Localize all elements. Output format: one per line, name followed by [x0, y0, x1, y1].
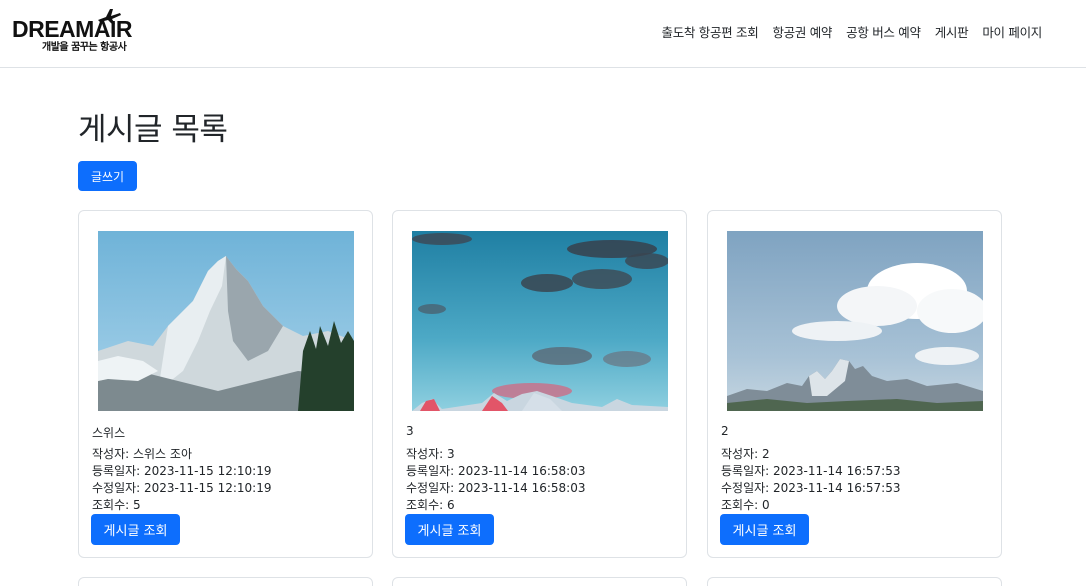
- write-post-button[interactable]: 글쓰기: [78, 161, 137, 191]
- nav-bus-booking[interactable]: 공항 버스 예약: [846, 22, 921, 41]
- post-card: 3 작성자: 3 등록일자: 2023-11-14 16:58:03 수정일자:…: [392, 210, 687, 558]
- nav-flight-status[interactable]: 출도착 항공편 조회: [662, 22, 759, 41]
- sky-clouds-image: [412, 231, 668, 411]
- post-thumbnail: [727, 231, 983, 411]
- post-card: [78, 577, 373, 586]
- view-post-button[interactable]: 게시글 조회: [720, 514, 809, 545]
- mountain-clouds-image: [727, 231, 983, 411]
- post-meta: 작성자: 스위스 조아 등록일자: 2023-11-15 12:10:19 수정…: [92, 446, 271, 514]
- post-thumbnail: [412, 231, 668, 411]
- brand-logo[interactable]: DREAMAIR 개발을 꿈꾸는 항공사: [12, 8, 132, 58]
- post-view-count: 조회수: 0: [721, 498, 770, 512]
- post-card: 스위스 작성자: 스위스 조아 등록일자: 2023-11-15 12:10:1…: [78, 210, 373, 558]
- post-title: 2: [721, 424, 729, 438]
- post-thumbnail: [98, 231, 354, 411]
- post-view-count: 조회수: 5: [92, 498, 141, 512]
- post-author: 작성자: 2: [721, 447, 770, 461]
- view-post-button[interactable]: 게시글 조회: [91, 514, 180, 545]
- post-modified-date: 수정일자: 2023-11-14 16:58:03: [406, 481, 586, 495]
- post-title: 3: [406, 424, 414, 438]
- post-created-date: 등록일자: 2023-11-15 12:10:19: [92, 464, 272, 478]
- nav-my-page[interactable]: 마이 페이지: [982, 22, 1042, 41]
- post-card: [392, 577, 687, 586]
- view-post-button[interactable]: 게시글 조회: [405, 514, 494, 545]
- post-created-date: 등록일자: 2023-11-14 16:58:03: [406, 464, 586, 478]
- mountain-peak-image: [98, 231, 354, 411]
- post-view-count: 조회수: 6: [406, 498, 455, 512]
- post-title: 스위스: [92, 426, 126, 440]
- post-modified-date: 수정일자: 2023-11-14 16:57:53: [721, 481, 901, 495]
- main-nav: 출도착 항공편 조회 항공권 예약 공항 버스 예약 게시판 마이 페이지: [662, 22, 1043, 41]
- post-modified-date: 수정일자: 2023-11-15 12:10:19: [92, 481, 272, 495]
- post-card: [707, 577, 1002, 586]
- navbar: DREAMAIR 개발을 꿈꾸는 항공사 출도착 항공편 조회 항공권 예약 공…: [0, 0, 1086, 68]
- post-meta: 작성자: 3 등록일자: 2023-11-14 16:58:03 수정일자: 2…: [406, 446, 585, 514]
- post-meta: 작성자: 2 등록일자: 2023-11-14 16:57:53 수정일자: 2…: [721, 446, 900, 514]
- nav-ticket-booking[interactable]: 항공권 예약: [772, 22, 832, 41]
- page-title: 게시글 목록: [78, 112, 228, 148]
- post-card: 2 작성자: 2 등록일자: 2023-11-14 16:57:53 수정일자:…: [707, 210, 1002, 558]
- brand-tagline: 개발을 꿈꾸는 항공사: [42, 42, 127, 53]
- post-created-date: 등록일자: 2023-11-14 16:57:53: [721, 464, 901, 478]
- post-author: 작성자: 3: [406, 447, 455, 461]
- airplane-icon: [98, 9, 121, 25]
- post-author: 작성자: 스위스 조아: [92, 447, 192, 461]
- nav-board[interactable]: 게시판: [935, 22, 969, 41]
